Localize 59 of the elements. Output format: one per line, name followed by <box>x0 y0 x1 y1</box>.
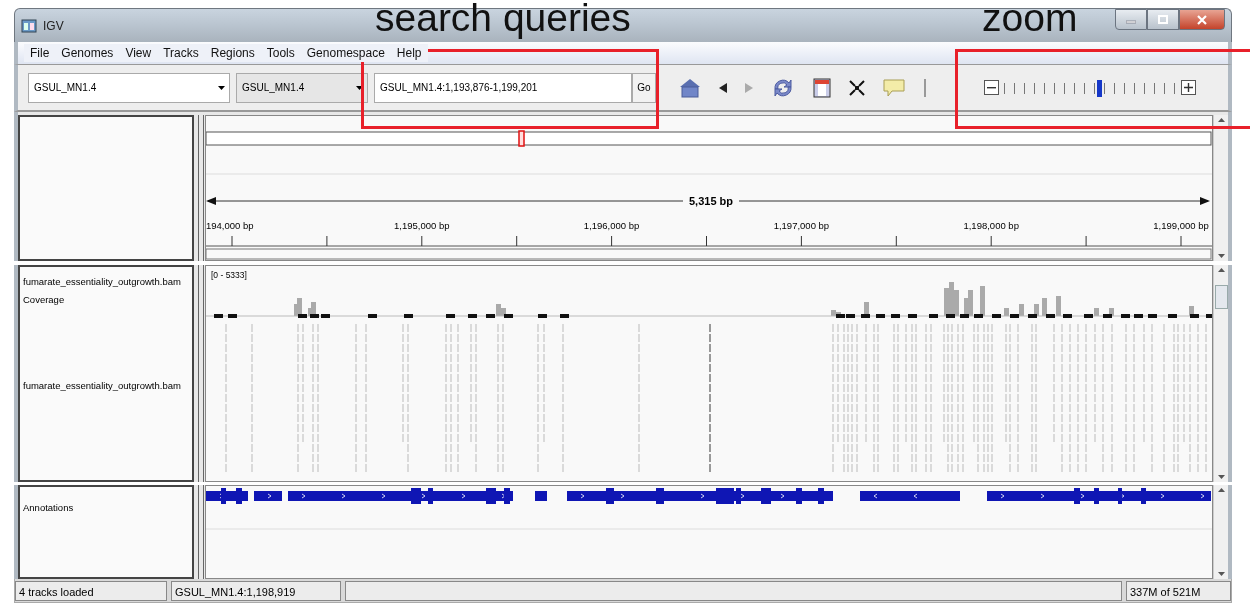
current-region-marker[interactable] <box>518 130 525 147</box>
ruler-label: 1,199,000 bp <box>1153 220 1209 231</box>
left-triangle-icon[interactable] <box>719 82 727 93</box>
zoom-slider[interactable] <box>1002 77 1178 98</box>
close-icon <box>1197 14 1207 25</box>
home-icon[interactable] <box>679 77 701 98</box>
chromosome-dropdown[interactable]: GSUL_MN1.4 <box>236 72 368 103</box>
app-icon <box>21 18 37 33</box>
plus-icon <box>1184 83 1193 92</box>
data-range-label: [0 - 5333] <box>211 270 247 280</box>
scroll-down-icon[interactable] <box>1217 254 1225 258</box>
span-label: 5,315 bp <box>683 195 740 207</box>
menu-item[interactable]: Regions <box>204 44 261 62</box>
callout-label: search queries <box>375 0 631 40</box>
ruler-label: 1,197,000 bp <box>773 220 830 231</box>
menu-item[interactable]: File <box>24 44 56 62</box>
ruler-label: 194,000 bp <box>206 220 254 231</box>
menu-item[interactable]: Help <box>390 44 428 62</box>
memory-usage: 337M of 521M <box>1126 580 1231 601</box>
caret-icon <box>218 85 225 90</box>
close-button[interactable] <box>1179 9 1225 30</box>
zoom-out-button[interactable] <box>984 80 999 95</box>
toolbar-divider <box>924 78 926 97</box>
scroll-down-icon[interactable] <box>1217 475 1225 479</box>
status-message: 4 tracks loaded <box>15 580 167 601</box>
scroll-up-icon[interactable] <box>1217 488 1225 492</box>
minimize-button[interactable] <box>1115 9 1147 30</box>
track-name: fumarate_essentiality_outgrowth.bam <box>23 379 182 393</box>
window-title: IGV <box>43 18 64 33</box>
go-button[interactable]: Go <box>632 72 656 103</box>
ruler-label: 1,198,000 bp <box>963 220 1019 231</box>
scrollbar[interactable] <box>1213 485 1228 579</box>
maximize-icon <box>1158 15 1168 24</box>
track-name: fumarate_essentiality_outgrowth.bam Coverage <box>23 275 182 307</box>
maximize-button[interactable] <box>1147 9 1179 30</box>
scroll-up-icon[interactable] <box>1217 268 1225 272</box>
zoom-thumb[interactable] <box>1097 79 1103 97</box>
locus-field[interactable]: GSUL_MN1.4:1,193,876-1,199,201 <box>374 72 632 103</box>
ruler-label: 1,195,000 bp <box>394 220 450 231</box>
cursor-position: GSUL_MN1.4:1,198,919 <box>171 580 341 601</box>
menu-item[interactable]: Tools <box>260 44 301 62</box>
callout-label: zoom <box>982 0 1078 40</box>
scroll-down-icon[interactable] <box>1217 572 1225 576</box>
menu-item[interactable]: Tracks <box>157 44 205 62</box>
genome-dropdown[interactable]: GSUL_MN1.4 <box>28 72 230 103</box>
scrollbar[interactable] <box>1213 115 1228 261</box>
region-icon[interactable] <box>813 77 831 98</box>
scroll-up-icon[interactable] <box>1217 118 1225 122</box>
menu-item[interactable]: View <box>119 44 158 62</box>
zoom-in-button[interactable] <box>1181 80 1196 95</box>
track-name: Annotations <box>23 501 75 515</box>
menu-item[interactable]: Genomespace <box>300 44 391 62</box>
ruler-label: 1,196,000 bp <box>583 220 640 231</box>
scrollbar[interactable] <box>1213 265 1228 482</box>
menu-item[interactable]: Genomes <box>55 44 120 62</box>
scroll-thumb[interactable] <box>1215 285 1228 309</box>
caret-icon <box>356 85 363 90</box>
collapse-icon[interactable] <box>849 79 865 96</box>
refresh-icon[interactable] <box>771 76 795 99</box>
